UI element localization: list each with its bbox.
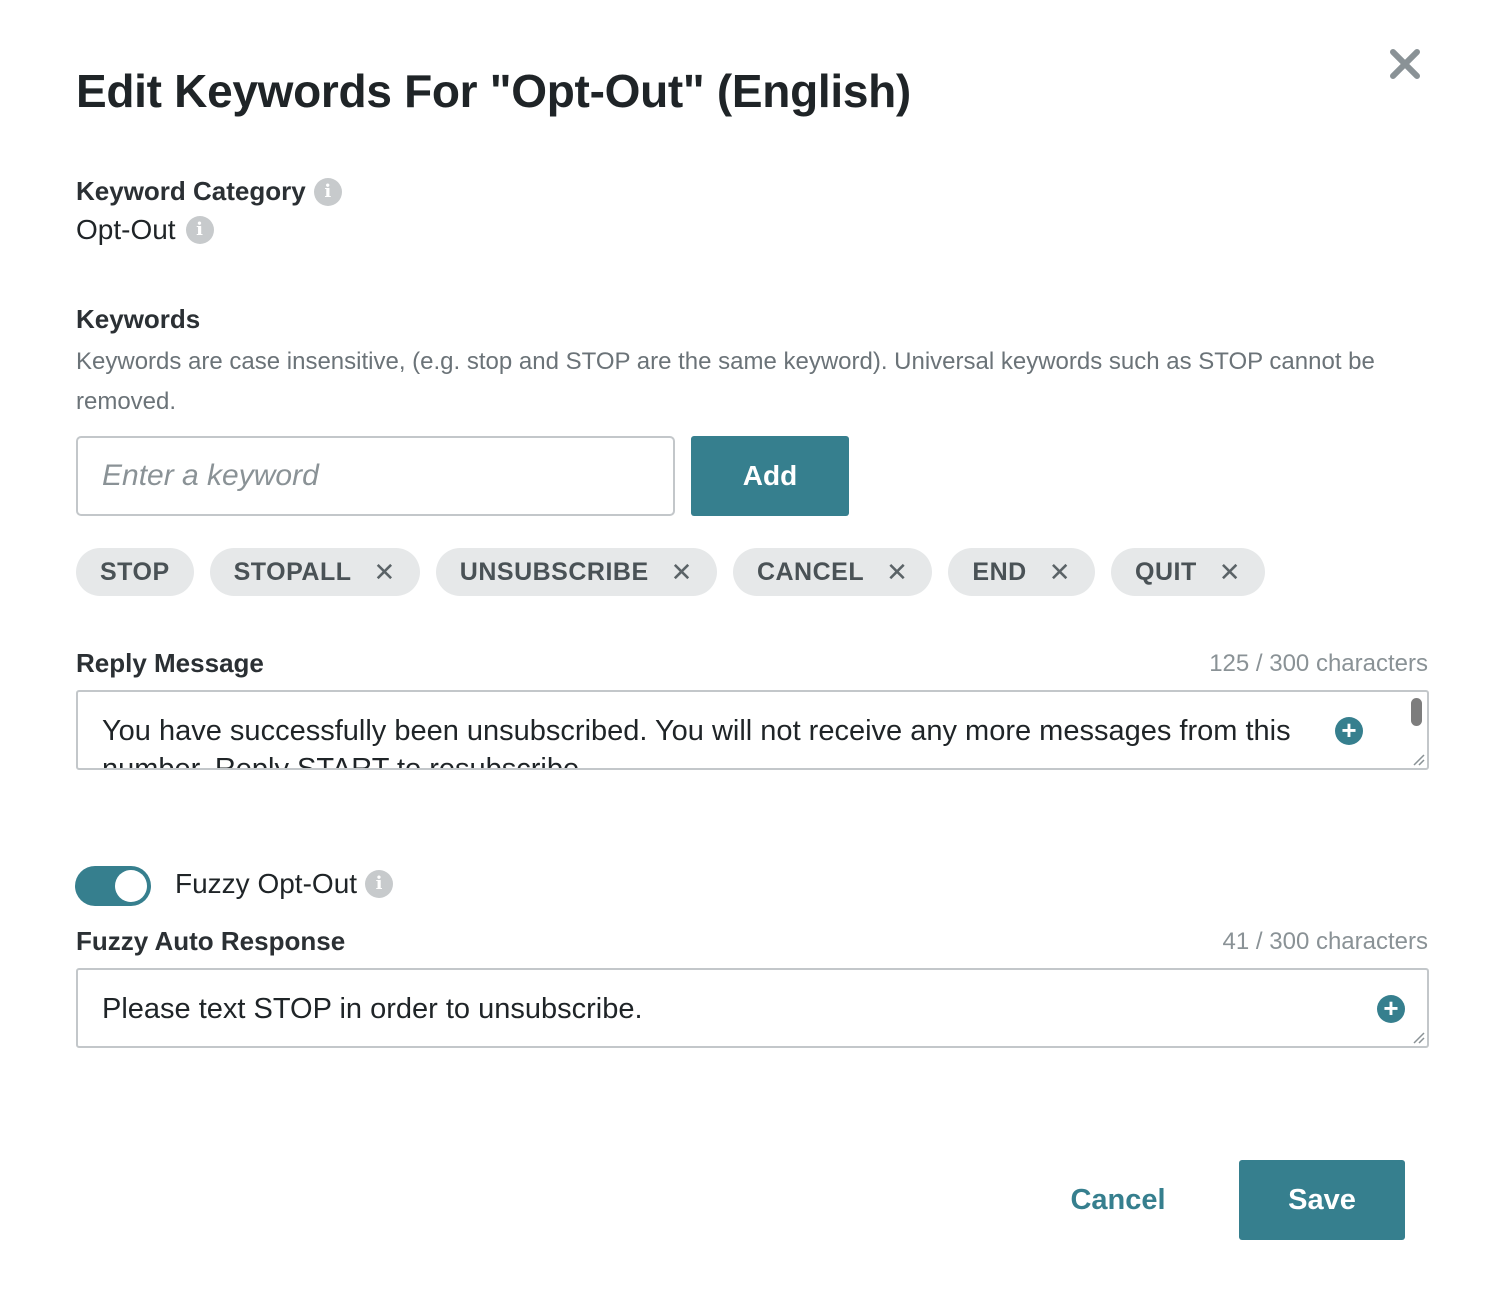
- keyword-chip-label: STOPALL: [233, 557, 352, 586]
- info-icon[interactable]: i: [313, 177, 342, 206]
- add-keyword-button[interactable]: Add: [691, 436, 849, 516]
- close-icon[interactable]: ✕: [373, 559, 395, 585]
- keywords-label: Keywords: [76, 304, 201, 334]
- close-icon[interactable]: ✕: [1219, 559, 1241, 585]
- keyword-chip: CANCEL ✕: [732, 548, 933, 596]
- keyword-chip: STOP: [76, 548, 194, 596]
- keyword-chip: END ✕: [948, 548, 1095, 596]
- fuzzy-auto-response-label: Fuzzy Auto Response: [76, 926, 346, 956]
- close-icon[interactable]: ✕: [886, 559, 908, 585]
- fuzzy-auto-response-text: Please text STOP in order to unsubscribe…: [102, 993, 643, 1025]
- toggle-knob: [115, 870, 147, 902]
- info-icon[interactable]: i: [185, 216, 214, 244]
- close-icon[interactable]: ✕: [1049, 559, 1071, 585]
- keyword-chips: STOP STOPALL ✕ UNSUBSCRIBE ✕ CANCEL ✕ EN…: [76, 548, 1266, 596]
- keyword-chip: UNSUBSCRIBE ✕: [435, 548, 717, 596]
- plus-circle-icon[interactable]: +: [1377, 995, 1405, 1023]
- keyword-category-label: Keyword Category: [76, 176, 306, 206]
- fuzzy-opt-out-label: Fuzzy Opt-Out: [175, 868, 358, 899]
- keyword-category-header: Keyword Category i: [76, 176, 342, 207]
- keyword-input[interactable]: [76, 436, 675, 516]
- keyword-category-value-row: Opt-Out i: [76, 214, 214, 246]
- keywords-description: Keywords are case insensitive, (e.g. sto…: [76, 348, 1375, 415]
- save-button[interactable]: Save: [1239, 1160, 1405, 1240]
- keyword-chip-label: CANCEL: [756, 557, 865, 586]
- resize-handle-icon[interactable]: [1411, 752, 1425, 766]
- fuzzy-opt-out-row: Fuzzy Opt-Out i: [175, 868, 394, 900]
- close-icon: [1390, 49, 1420, 79]
- keyword-chip-label: UNSUBSCRIBE: [459, 557, 649, 586]
- keyword-chip: STOPALL ✕: [209, 548, 420, 596]
- fuzzy-auto-response-textarea[interactable]: Please text STOP in order to unsubscribe…: [76, 968, 1429, 1048]
- reply-message-textarea[interactable]: You have successfully been unsubscribed.…: [76, 690, 1429, 770]
- keyword-chip: QUIT ✕: [1111, 548, 1266, 596]
- dialog-title: Edit Keywords For "Opt-Out" (English): [76, 65, 911, 117]
- scrollbar-thumb[interactable]: [1411, 698, 1422, 726]
- fuzzy-auto-response-char-count: 41 / 300 characters: [1222, 928, 1428, 955]
- reply-message-text: You have successfully been unsubscribed.…: [102, 715, 1291, 770]
- plus-circle-icon[interactable]: +: [1335, 717, 1363, 745]
- cancel-button[interactable]: Cancel: [1050, 1160, 1186, 1240]
- close-icon[interactable]: ✕: [671, 559, 693, 585]
- reply-message-label: Reply Message: [76, 648, 264, 678]
- fuzzy-opt-out-toggle[interactable]: [75, 866, 151, 906]
- resize-handle-icon[interactable]: [1411, 1030, 1425, 1044]
- keyword-chip-label: QUIT: [1135, 557, 1197, 586]
- reply-message-char-count: 125 / 300 characters: [1209, 650, 1428, 677]
- info-icon[interactable]: i: [365, 870, 394, 898]
- keyword-chip-label: STOP: [100, 557, 170, 586]
- close-button[interactable]: [1385, 44, 1425, 84]
- keyword-category-value: Opt-Out: [76, 214, 176, 245]
- keyword-chip-label: END: [972, 557, 1027, 586]
